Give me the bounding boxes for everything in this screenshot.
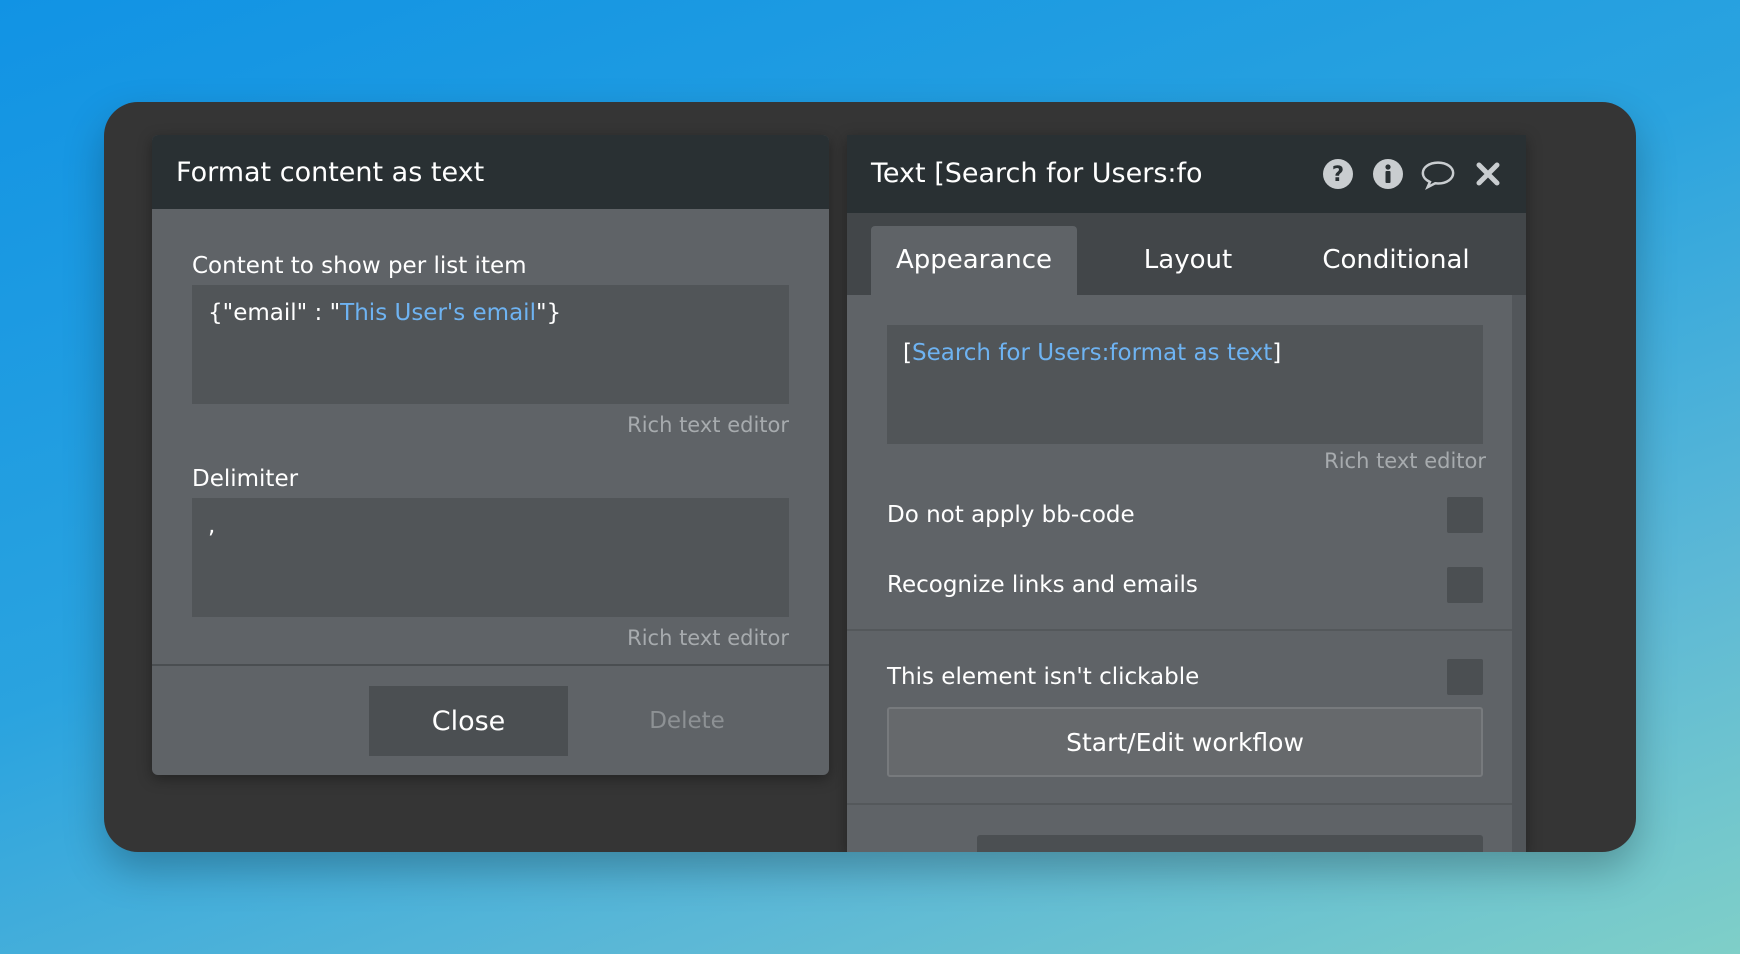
close-icon[interactable]: [1470, 156, 1506, 192]
app-frame: Format content as text Content to show p…: [104, 102, 1636, 852]
start-edit-workflow-button[interactable]: Start/Edit workflow: [887, 707, 1483, 777]
property-editor: Text [Search for Users:fo ? Appearance L…: [847, 135, 1526, 852]
content-suffix: "}: [535, 300, 562, 326]
tab-bar: Appearance Layout Conditional: [847, 213, 1526, 295]
next-section-field[interactable]: [977, 835, 1483, 852]
divider: [847, 629, 1512, 631]
format-content-dialog: Format content as text Content to show p…: [152, 135, 829, 775]
tab-appearance[interactable]: Appearance: [871, 226, 1077, 295]
rich-text-editor-link[interactable]: Rich text editor: [627, 626, 789, 650]
content-input[interactable]: {"email" : "This User's email"}: [192, 285, 789, 404]
text-content-input[interactable]: [Search for Users:format as text]: [887, 325, 1483, 444]
delimiter-label: Delimiter: [192, 466, 299, 492]
bb-code-option[interactable]: Do not apply bb-code: [887, 495, 1483, 535]
content-field-label: Content to show per list item: [192, 253, 527, 279]
tab-conditional[interactable]: Conditional: [1293, 226, 1499, 295]
recognize-links-label: Recognize links and emails: [887, 572, 1198, 598]
not-clickable-option[interactable]: This element isn't clickable: [887, 657, 1483, 697]
recognize-links-checkbox[interactable]: [1447, 567, 1483, 603]
rich-text-editor-link[interactable]: Rich text editor: [627, 413, 789, 437]
tab-layout[interactable]: Layout: [1085, 226, 1291, 295]
not-clickable-label: This element isn't clickable: [887, 664, 1200, 690]
help-icon[interactable]: ?: [1320, 156, 1356, 192]
not-clickable-checkbox[interactable]: [1447, 659, 1483, 695]
svg-text:?: ?: [1332, 162, 1344, 186]
content-prefix: {"email" : ": [208, 300, 341, 326]
dynamic-expression[interactable]: This User's email: [340, 300, 536, 326]
dialog-footer: Close Delete: [152, 664, 829, 775]
open-bracket: [: [903, 340, 912, 366]
dynamic-expression[interactable]: Search for Users:format as text: [912, 340, 1272, 366]
close-bracket: ]: [1272, 340, 1282, 366]
delimiter-input[interactable]: ,: [192, 498, 789, 617]
scrollbar[interactable]: [1512, 295, 1526, 852]
element-title: Text [Search for Users:fo: [871, 158, 1203, 189]
recognize-links-option[interactable]: Recognize links and emails: [887, 565, 1483, 605]
divider: [847, 803, 1512, 805]
close-button[interactable]: Close: [369, 686, 568, 756]
bb-code-checkbox[interactable]: [1447, 497, 1483, 533]
bb-code-label: Do not apply bb-code: [887, 502, 1135, 528]
rich-text-editor-link[interactable]: Rich text editor: [1324, 449, 1486, 473]
dialog-title: Format content as text: [152, 135, 829, 209]
comment-icon[interactable]: [1420, 156, 1456, 192]
delete-button[interactable]: Delete: [622, 686, 752, 756]
property-editor-header: Text [Search for Users:fo ?: [847, 135, 1526, 213]
info-icon[interactable]: [1370, 156, 1406, 192]
